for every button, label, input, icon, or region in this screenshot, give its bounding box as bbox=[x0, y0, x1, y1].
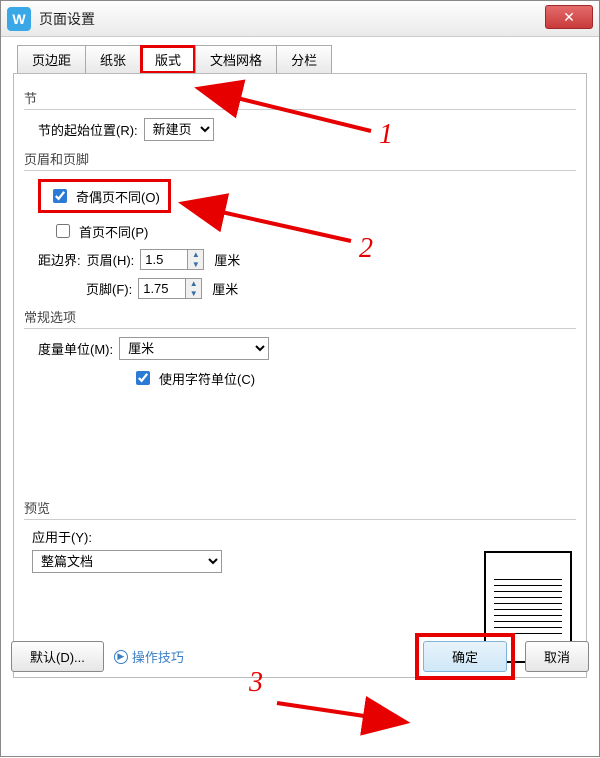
row-footer-distance: 页脚(F): ▲▼ 厘米 bbox=[86, 278, 576, 299]
group-section: 节 bbox=[24, 88, 576, 110]
input-header-value[interactable] bbox=[141, 250, 187, 269]
default-button[interactable]: 默认(D)... bbox=[11, 641, 104, 672]
input-footer-value[interactable] bbox=[139, 279, 185, 298]
group-headerfooter: 页眉和页脚 bbox=[24, 149, 576, 171]
select-unit[interactable]: 厘米 bbox=[119, 337, 269, 360]
titlebar: W 页面设置 ✕ bbox=[1, 1, 599, 37]
dialog-content: 页边距 纸张 版式 文档网格 分栏 节 节的起始位置(R): 新建页 页眉和页脚 bbox=[1, 37, 599, 690]
row-header-distance: 距边界: 页眉(H): ▲▼ 厘米 bbox=[38, 249, 576, 270]
tab-strip: 页边距 纸张 版式 文档网格 分栏 bbox=[17, 45, 587, 74]
label-header: 页眉(H): bbox=[87, 250, 135, 269]
tab-margins[interactable]: 页边距 bbox=[17, 45, 86, 74]
checkbox-use-char[interactable] bbox=[136, 371, 150, 385]
row-use-char: 使用字符单位(C) bbox=[132, 368, 576, 388]
row-section-start: 节的起始位置(R): 新建页 bbox=[38, 118, 576, 141]
row-odd-even: 奇偶页不同(O) bbox=[38, 179, 576, 213]
play-icon: ▶ bbox=[114, 650, 128, 664]
close-icon: ✕ bbox=[563, 9, 575, 26]
select-apply[interactable]: 整篇文档 bbox=[32, 550, 222, 573]
group-preview: 预览 bbox=[24, 498, 576, 520]
tab-paper[interactable]: 纸张 bbox=[85, 45, 141, 74]
close-button[interactable]: ✕ bbox=[545, 5, 593, 29]
label-unit: 度量单位(M): bbox=[38, 339, 113, 358]
app-icon: W bbox=[7, 7, 31, 31]
tab-layout[interactable]: 版式 bbox=[140, 45, 196, 74]
spinner-footer[interactable]: ▲▼ bbox=[138, 278, 202, 299]
label-apply: 应用于(Y): bbox=[32, 527, 222, 546]
tips-label: 操作技巧 bbox=[132, 647, 184, 666]
label-first-page: 首页不同(P) bbox=[79, 222, 148, 241]
layout-panel: 节 节的起始位置(R): 新建页 页眉和页脚 奇偶页不同(O) 首页不 bbox=[13, 73, 587, 678]
ok-button[interactable]: 确定 bbox=[423, 641, 507, 672]
row-first-page: 首页不同(P) bbox=[52, 221, 576, 241]
spinner-arrows[interactable]: ▲▼ bbox=[187, 250, 203, 269]
dialog-footer: 默认(D)... ▶ 操作技巧 确定 取消 bbox=[11, 633, 589, 680]
select-section-start[interactable]: 新建页 bbox=[144, 118, 214, 141]
label-margin: 距边界: bbox=[38, 250, 81, 269]
cancel-button[interactable]: 取消 bbox=[525, 641, 589, 672]
checkbox-odd-even[interactable] bbox=[53, 189, 67, 203]
dialog-title: 页面设置 bbox=[39, 9, 95, 29]
spinner-header[interactable]: ▲▼ bbox=[140, 249, 204, 270]
tab-grid[interactable]: 文档网格 bbox=[195, 45, 277, 74]
tab-columns[interactable]: 分栏 bbox=[276, 45, 332, 74]
unit-footer: 厘米 bbox=[212, 279, 238, 298]
checkbox-first-page[interactable] bbox=[56, 224, 70, 238]
label-footer: 页脚(F): bbox=[86, 279, 132, 298]
label-odd-even: 奇偶页不同(O) bbox=[76, 187, 160, 206]
spinner-arrows[interactable]: ▲▼ bbox=[185, 279, 201, 298]
highlight-ok: 确定 bbox=[415, 633, 515, 680]
tips-link[interactable]: ▶ 操作技巧 bbox=[114, 647, 184, 666]
unit-header: 厘米 bbox=[214, 250, 240, 269]
group-general: 常规选项 bbox=[24, 307, 576, 329]
row-unit: 度量单位(M): 厘米 bbox=[38, 337, 576, 360]
highlight-odd-even: 奇偶页不同(O) bbox=[38, 179, 171, 213]
page-setup-dialog: W 页面设置 ✕ 页边距 纸张 版式 文档网格 分栏 节 节的起始位置(R): … bbox=[0, 0, 600, 757]
label-section-start: 节的起始位置(R): bbox=[38, 120, 138, 139]
label-use-char: 使用字符单位(C) bbox=[159, 369, 255, 388]
row-apply: 应用于(Y): 整篇文档 bbox=[32, 527, 222, 573]
